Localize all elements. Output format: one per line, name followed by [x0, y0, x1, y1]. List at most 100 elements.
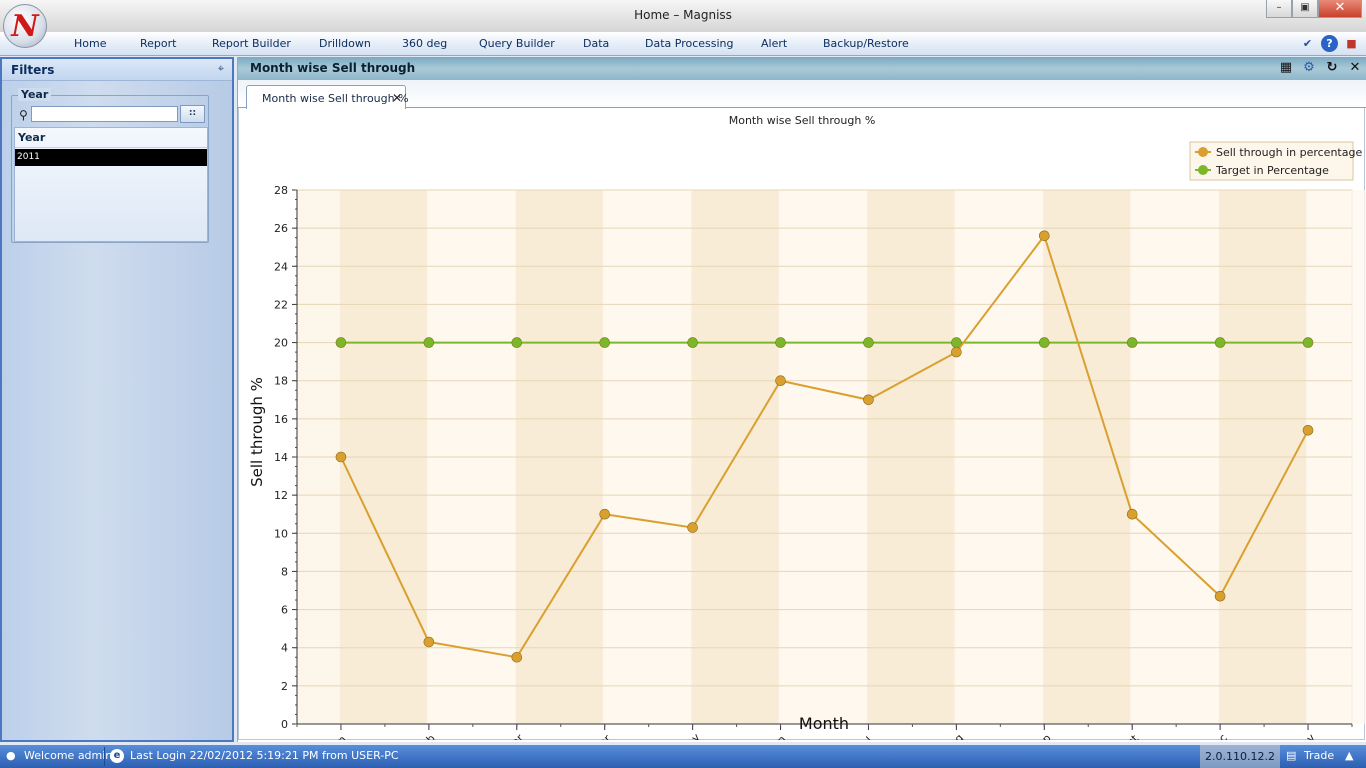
data-point [775, 375, 786, 387]
data-point [1302, 424, 1314, 436]
data-point [599, 508, 611, 520]
filters-title: Filters [11, 63, 55, 77]
menu-360-deg[interactable]: 360 deg [402, 37, 447, 50]
data-point [863, 394, 874, 406]
chart-title: Month wise Sell through % [729, 114, 876, 127]
data-point [1126, 508, 1138, 520]
x-tick-label: Jun [767, 733, 789, 740]
network-icon[interactable]: ▲ [1345, 749, 1353, 762]
data-point [687, 522, 698, 533]
data-point [687, 337, 698, 348]
data-point [1302, 337, 1314, 348]
data-point [423, 636, 435, 648]
tab-close-icon[interactable]: ✕ [392, 91, 402, 105]
help-icon[interactable]: ? [1321, 35, 1338, 52]
chart-settings-icon[interactable]: ⚙ [1301, 60, 1317, 76]
data-point [1214, 337, 1226, 348]
close-icon[interactable]: ✕ [1347, 60, 1363, 76]
welcome-text: Welcome admin [24, 749, 113, 762]
data-point [1038, 337, 1050, 348]
app-logo[interactable]: N [3, 4, 47, 48]
y-tick-label: 2 [281, 680, 288, 693]
legend-swatch-marker [1198, 147, 1208, 157]
chevron-down-icon[interactable]: ✔ [1299, 35, 1316, 52]
title-bar: Home – Magniss – ▣ ✕ [0, 0, 1366, 32]
search-icon: ⚲ [19, 108, 28, 122]
y-tick-label: 4 [281, 642, 288, 655]
chart-area: Month wise Sell through % 0 2 4 6 8 10 12 14 16 1… [238, 108, 1366, 756]
legend-label: Target in Percentage [1215, 164, 1329, 177]
login-icon: e [110, 749, 124, 763]
menu-alert[interactable]: Alert [761, 37, 787, 50]
x-tick-label: May [678, 731, 704, 740]
menu-drilldown[interactable]: Drilldown [319, 37, 371, 50]
y-tick-label: 0 [281, 718, 288, 731]
menu-data[interactable]: Data [583, 37, 609, 50]
close-window-button[interactable]: ✕ [1318, 0, 1362, 18]
legend-swatch-marker [1198, 165, 1208, 175]
y-tick-label: 16 [274, 413, 288, 426]
year-group-label: Year [18, 88, 52, 101]
tab-month-wise-sell-through[interactable]: Month wise Sell through % ✕ [246, 85, 409, 109]
menu-query-builder[interactable]: Query Builder [479, 37, 555, 50]
menu-report-builder[interactable]: Report Builder [212, 37, 291, 50]
data-point [951, 346, 962, 358]
line-chart: Month wise Sell through % 02468101214161… [248, 114, 1366, 756]
menu-tools: ✔ ? ■ [1299, 35, 1360, 52]
logo-letter: N [11, 9, 39, 44]
data-point [511, 651, 523, 663]
menu-report[interactable]: Report [140, 37, 176, 50]
pin-icon[interactable]: ⌖ [218, 62, 224, 76]
year-row-2011[interactable]: 2011 [15, 149, 207, 166]
report-panel: Month wise Sell through ▦ ⚙ ↻ ✕ Month wi… [237, 57, 1366, 756]
last-login-text: Last Login 22/02/2012 5:19:21 PM from US… [130, 749, 399, 762]
x-tick-label: Apr [591, 732, 614, 740]
user-icon: ● [6, 749, 16, 762]
y-tick-label: 26 [274, 222, 288, 235]
y-tick-label: 12 [274, 489, 288, 502]
status-bar: ● Welcome admin e Last Login 22/02/2012 … [0, 745, 1366, 768]
y-tick-label: 24 [274, 260, 288, 273]
y-tick-label: 10 [274, 527, 288, 540]
main-menu: Home Report Report Builder Drilldown 360… [0, 32, 1366, 56]
filters-header: Filters ⌖ [2, 59, 232, 81]
x-tick-label: Oct [1118, 732, 1141, 740]
refresh-icon[interactable]: ↻ [1324, 60, 1340, 76]
report-header: Month wise Sell through ▦ ⚙ ↻ ✕ [238, 57, 1366, 80]
menu-home[interactable]: Home [74, 37, 106, 50]
data-point [1038, 230, 1050, 242]
browse-button[interactable]: :: [180, 105, 205, 123]
minimize-button[interactable]: – [1266, 0, 1292, 18]
legend-label: Sell through in percentage [1216, 146, 1362, 159]
y-tick-label: 22 [274, 298, 288, 311]
data-point [863, 337, 874, 348]
exit-icon[interactable]: ■ [1343, 35, 1360, 52]
x-tick-label: Jan [327, 733, 349, 740]
y-tick-label: 28 [274, 184, 288, 197]
filters-panel: Filters ⌖ Year ⚲ :: Year 2011 [0, 57, 234, 742]
x-tick-label: Mar [502, 731, 526, 740]
report-toolbar: ▦ ⚙ ↻ ✕ [1278, 60, 1363, 76]
menu-data-processing[interactable]: Data Processing [645, 37, 734, 50]
year-search-input[interactable] [31, 106, 178, 122]
mode-text: Trade [1304, 749, 1335, 762]
x-tick-label: Jul [856, 734, 875, 740]
year-grid: Year 2011 [14, 127, 208, 242]
restore-button[interactable]: ▣ [1292, 0, 1318, 18]
data-point [1126, 337, 1138, 348]
grid-icon[interactable]: ▦ [1278, 60, 1294, 76]
data-point [1214, 590, 1226, 602]
trade-icon: ▤ [1286, 749, 1297, 762]
version-badge: 2.0.110.12.2 [1200, 745, 1280, 768]
x-tick-label: Nov [1293, 731, 1318, 740]
data-point [775, 337, 786, 348]
y-tick-label: 6 [281, 604, 288, 617]
menu-backup-restore[interactable]: Backup/Restore [823, 37, 909, 50]
year-grid-header[interactable]: Year [15, 128, 207, 148]
y-tick-label: 14 [274, 451, 288, 464]
window-controls: – ▣ ✕ [1266, 0, 1362, 18]
tab-label: Month wise Sell through % [262, 92, 409, 105]
y-tick-label: 8 [281, 565, 288, 578]
data-point [335, 337, 347, 348]
y-axis-label: Sell through % [248, 377, 266, 487]
